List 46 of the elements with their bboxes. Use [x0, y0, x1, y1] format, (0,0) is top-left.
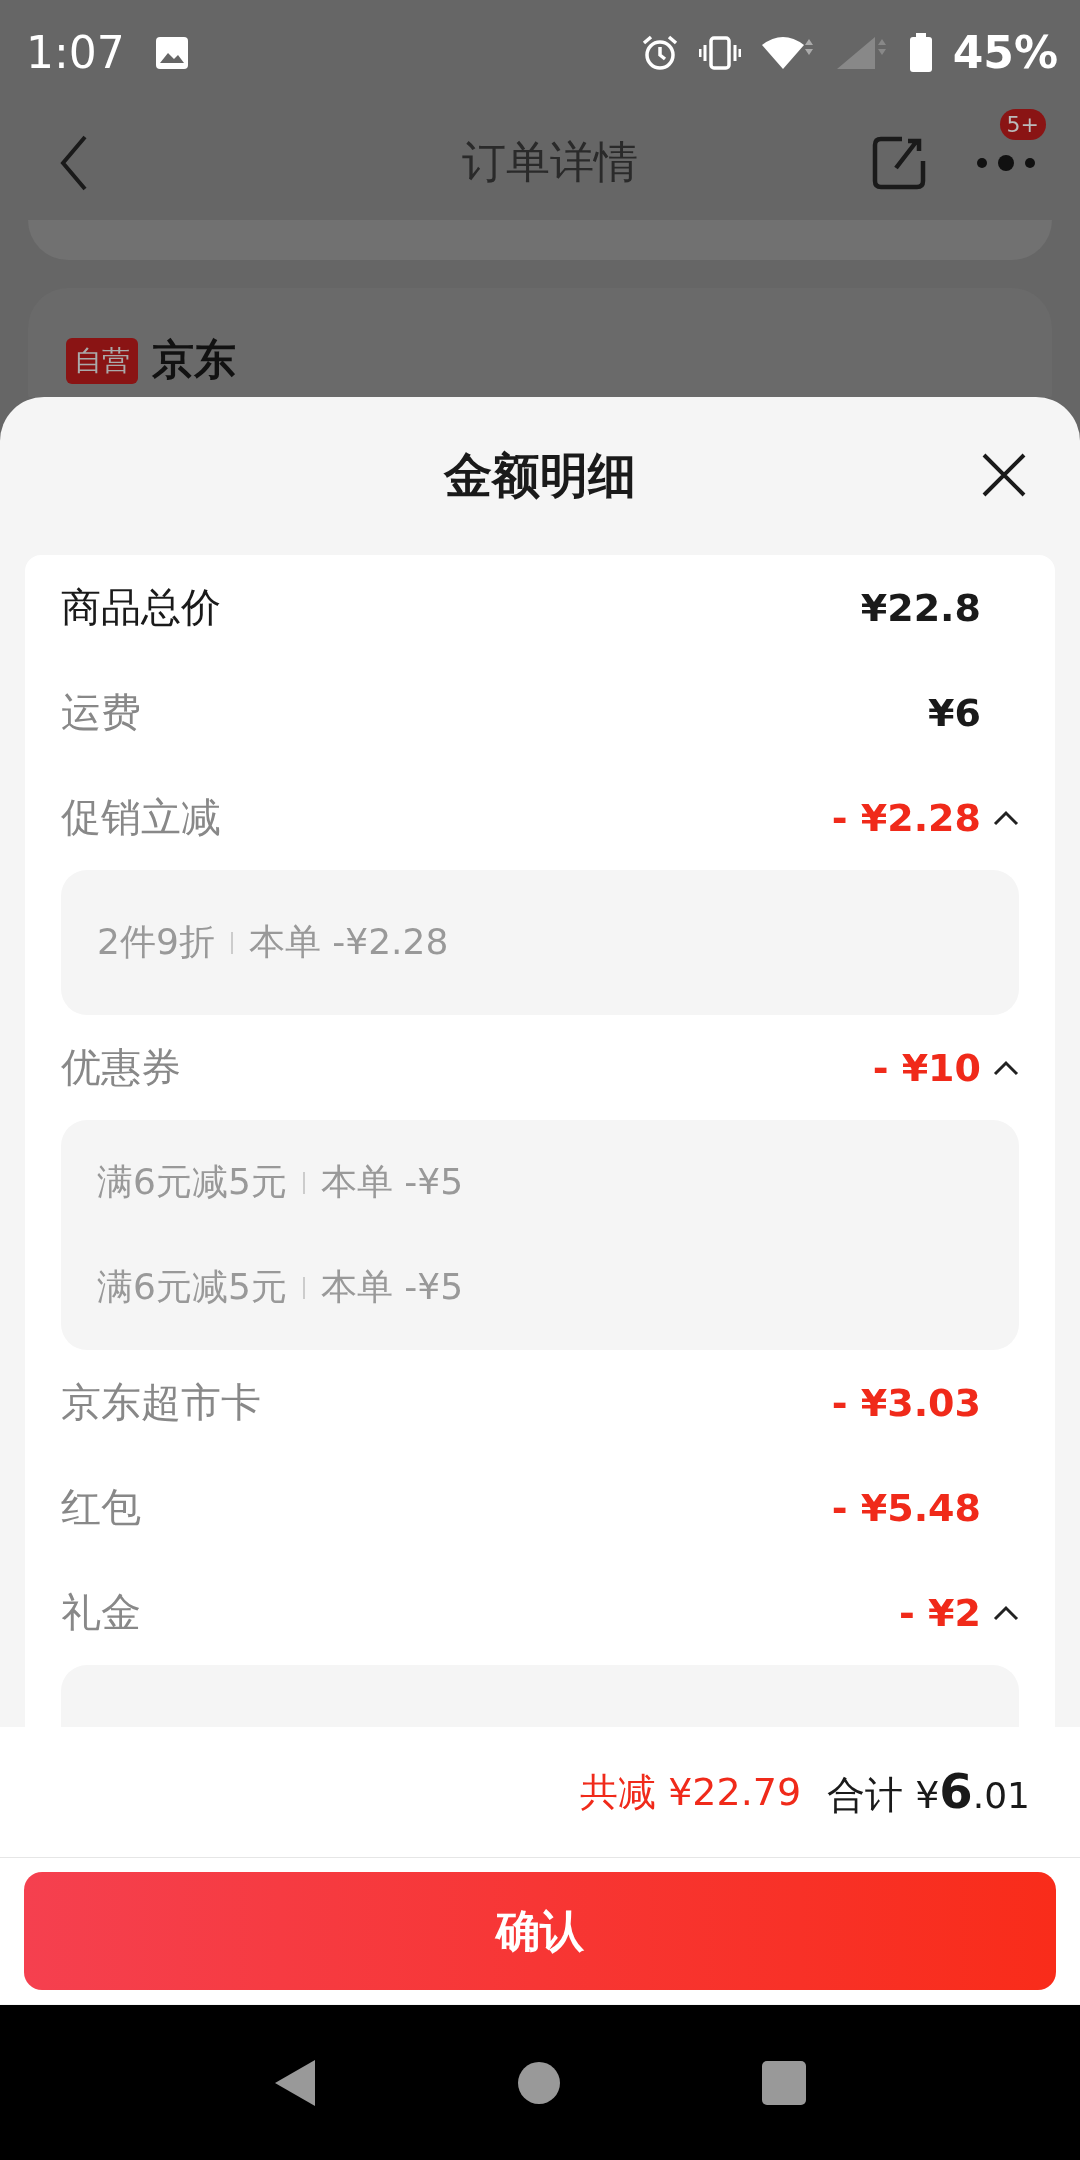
back-icon[interactable] — [60, 134, 88, 191]
row-amount: - ¥3.03 — [831, 1380, 981, 1425]
detail-amount: 本单 -¥5 — [320, 1265, 464, 1309]
recents-icon[interactable] — [761, 2059, 807, 2106]
row-amount: - ¥2.28 — [831, 795, 981, 840]
battery-icon — [908, 32, 933, 73]
image-icon — [154, 35, 189, 70]
notification-badge: 5+ — [999, 108, 1046, 140]
vibrate-icon — [698, 35, 741, 70]
detail-name: 满6元减5元 — [97, 1265, 287, 1309]
row-label: 商品总价 — [61, 583, 221, 632]
row-label: 促销立减 — [61, 793, 221, 842]
sheet-title: 金额明细 — [444, 446, 636, 505]
row-amount: - ¥5.48 — [831, 1485, 981, 1530]
close-button[interactable] — [980, 451, 1028, 499]
page-title: 订单详情 — [461, 135, 639, 189]
row-amount: - ¥10 — [872, 1045, 981, 1090]
store-name: 京东 — [152, 334, 236, 386]
total-label: 合计 — [827, 1772, 904, 1819]
row-amount: ¥6 — [928, 690, 981, 735]
store-tag: 自营 — [66, 338, 138, 384]
detail-amount: 本单 -¥5 — [320, 1160, 464, 1204]
battery-percent: 45% — [952, 27, 1058, 78]
total-amount: ¥6.01 — [915, 1763, 1030, 1819]
row-label: 运费 — [61, 688, 141, 737]
row-amount: - ¥2 — [899, 1590, 981, 1635]
caret-icon[interactable] — [993, 1604, 1019, 1621]
confirm-button[interactable]: 确认 — [24, 1872, 1056, 1990]
back-icon[interactable] — [273, 2057, 317, 2108]
alarm-icon — [640, 33, 679, 72]
caret-icon[interactable] — [993, 1059, 1019, 1076]
caret-icon[interactable] — [993, 809, 1019, 826]
wifi-icon — [760, 34, 815, 71]
row-amount: ¥22.8 — [860, 585, 981, 630]
detail-amount: 本单 -¥2.28 — [248, 920, 449, 964]
home-icon[interactable] — [517, 2060, 561, 2105]
detail-name: 2件9折 — [97, 920, 215, 964]
detail-name: 满6元减5元 — [97, 1160, 287, 1204]
saved-amount: 共减 ¥22.79 — [580, 1768, 802, 1816]
row-label: 礼金 — [61, 1588, 141, 1637]
row-label: 京东超市卡 — [61, 1378, 261, 1427]
row-label: 优惠券 — [61, 1043, 181, 1092]
row-label: 红包 — [61, 1483, 141, 1532]
more-icon[interactable] — [976, 154, 1036, 171]
status-time: 1:07 — [26, 27, 125, 78]
share-icon[interactable] — [872, 135, 926, 190]
